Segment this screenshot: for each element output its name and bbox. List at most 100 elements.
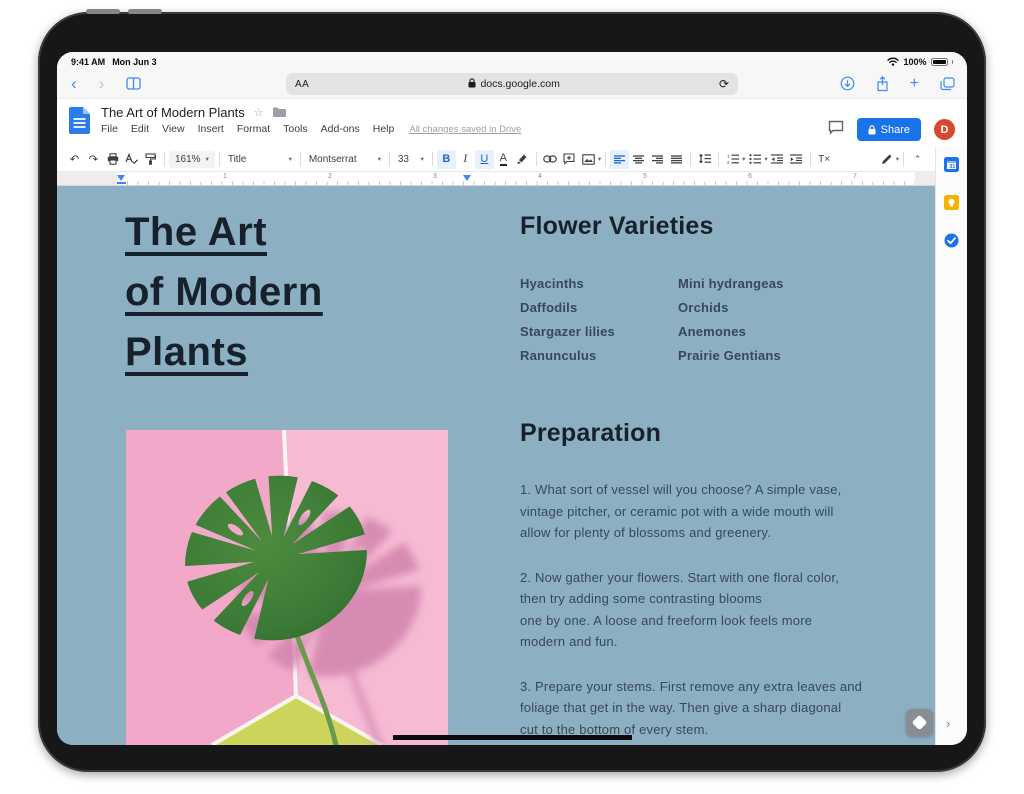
menu-insert[interactable]: Insert xyxy=(198,123,224,135)
spellcheck-icon[interactable] xyxy=(122,150,141,169)
document-canvas[interactable]: The Art of Modern Plants Flower Varietie… xyxy=(57,186,935,745)
drawn-underline xyxy=(393,735,632,740)
decrease-indent-icon[interactable] xyxy=(768,150,787,169)
align-right-button[interactable] xyxy=(648,150,667,169)
insert-link-icon[interactable] xyxy=(541,150,560,169)
flower-varieties-heading[interactable]: Flower Varieties xyxy=(520,212,714,241)
doc-heading-title[interactable]: The Art of Modern Plants xyxy=(125,202,323,382)
insert-image-icon[interactable] xyxy=(579,150,598,169)
preparation-heading[interactable]: Preparation xyxy=(520,419,661,448)
font-select[interactable]: Montserrat ▾ xyxy=(305,151,385,168)
highlight-color-icon[interactable] xyxy=(513,150,532,169)
ruler-right-margin xyxy=(915,172,935,185)
flower-item: Anemones xyxy=(678,320,784,344)
menu-tools[interactable]: Tools xyxy=(283,123,308,135)
editing-mode-caret[interactable]: ▾ xyxy=(896,155,899,163)
flower-list[interactable]: Hyacinths Mini hydrangeas Daffodils Orch… xyxy=(520,272,784,368)
tab-stop-marker[interactable] xyxy=(463,175,471,181)
document-title[interactable]: The Art of Modern Plants xyxy=(101,105,245,120)
reader-aa-button[interactable]: AA xyxy=(295,79,309,90)
increase-indent-icon[interactable] xyxy=(787,150,806,169)
editing-mode-pencil-icon[interactable] xyxy=(877,150,896,169)
battery-percent: 100% xyxy=(903,57,926,67)
move-folder-icon[interactable] xyxy=(273,105,286,120)
justify-button[interactable] xyxy=(667,150,686,169)
star-icon[interactable]: ☆ xyxy=(254,106,264,119)
align-left-button[interactable] xyxy=(610,150,629,169)
underline-button[interactable]: U xyxy=(475,150,494,169)
google-calendar-icon[interactable]: 31 xyxy=(944,157,959,172)
paint-format-icon[interactable] xyxy=(141,150,160,169)
style-value: Title xyxy=(228,154,247,165)
new-tab-icon[interactable]: + xyxy=(910,75,919,93)
svg-text:31: 31 xyxy=(949,164,955,170)
font-size-select[interactable]: 33 ▾ xyxy=(394,151,428,168)
battery-nub xyxy=(952,60,954,64)
flower-item: Stargazer lilies xyxy=(520,320,678,344)
zoom-select[interactable]: 161% ▾ xyxy=(169,151,215,168)
side-panel: 31 › xyxy=(935,147,967,745)
redo-icon[interactable]: ↷ xyxy=(84,150,103,169)
google-docs-icon[interactable] xyxy=(69,105,90,147)
share-button[interactable]: Share xyxy=(857,118,921,141)
forward-icon[interactable]: › xyxy=(99,75,105,92)
docs-header: The Art of Modern Plants ☆ File Edit Vie… xyxy=(57,99,967,147)
address-bar[interactable]: AA docs.google.com ⟳ xyxy=(286,73,738,95)
italic-button[interactable]: I xyxy=(456,150,475,169)
ruler[interactable]: 1 2 3 4 5 6 7 xyxy=(57,172,935,186)
wifi-icon xyxy=(887,57,899,68)
tabs-icon[interactable] xyxy=(940,77,955,91)
menu-addons[interactable]: Add-ons xyxy=(321,123,360,135)
font-size-value: 33 xyxy=(398,154,409,165)
back-icon[interactable]: ‹ xyxy=(71,75,77,92)
ruler-number: 5 xyxy=(643,173,647,180)
volume-up-button xyxy=(86,9,120,14)
line-spacing-icon[interactable] xyxy=(695,150,714,169)
explore-button[interactable] xyxy=(906,709,933,736)
numbered-list-icon[interactable]: 12 xyxy=(723,150,742,169)
refresh-icon[interactable]: ⟳ xyxy=(719,77,729,91)
flower-item: Orchids xyxy=(678,296,784,320)
google-tasks-icon[interactable] xyxy=(944,233,959,248)
undo-icon[interactable]: ↶ xyxy=(65,150,84,169)
url-text: docs.google.com xyxy=(480,78,559,90)
collapse-toolbar-icon[interactable]: ⌃ xyxy=(908,150,927,169)
insert-comment-icon[interactable] xyxy=(560,150,579,169)
hide-panel-chevron-icon[interactable]: › xyxy=(946,716,950,731)
monstera-photo[interactable] xyxy=(126,430,448,745)
insert-image-caret[interactable]: ▾ xyxy=(598,155,601,163)
google-keep-icon[interactable] xyxy=(944,195,959,210)
bulleted-list-icon[interactable] xyxy=(745,150,764,169)
clear-formatting-icon[interactable]: T× xyxy=(815,150,834,169)
paragraph-3: 3. Prepare your stems. First remove any … xyxy=(520,676,862,741)
menu-format[interactable]: Format xyxy=(237,123,270,135)
avatar[interactable]: D xyxy=(934,119,955,140)
align-center-button[interactable] xyxy=(629,150,648,169)
menu-file[interactable]: File xyxy=(101,123,118,135)
text-color-button[interactable]: A xyxy=(494,150,513,169)
save-status-link[interactable]: All changes saved in Drive xyxy=(409,124,521,135)
share-icon[interactable] xyxy=(876,76,889,92)
print-icon[interactable] xyxy=(103,150,122,169)
flower-item: Daffodils xyxy=(520,296,678,320)
flower-item: Mini hydrangeas xyxy=(678,272,784,296)
bold-button[interactable]: B xyxy=(437,150,456,169)
flower-item: Hyacinths xyxy=(520,272,678,296)
explore-icon xyxy=(912,715,928,731)
paragraph-1: 1. What sort of vessel will you choose? … xyxy=(520,479,862,544)
sidebar-book-icon[interactable] xyxy=(126,77,141,90)
left-indent-marker[interactable] xyxy=(117,175,125,181)
font-value: Montserrat xyxy=(309,154,357,165)
left-indent-bar[interactable] xyxy=(117,182,126,185)
menu-view[interactable]: View xyxy=(162,123,185,135)
comments-icon[interactable] xyxy=(828,120,844,140)
svg-text:2: 2 xyxy=(727,160,730,164)
preparation-paragraphs[interactable]: 1. What sort of vessel will you choose? … xyxy=(520,479,862,745)
menu-edit[interactable]: Edit xyxy=(131,123,149,135)
paragraph-style-select[interactable]: Title ▾ xyxy=(224,151,296,168)
downloads-icon[interactable] xyxy=(840,76,855,91)
ruler-number: 4 xyxy=(538,173,542,180)
ruler-number: 7 xyxy=(853,173,857,180)
menu-help[interactable]: Help xyxy=(373,123,395,135)
lock-icon xyxy=(468,78,476,91)
